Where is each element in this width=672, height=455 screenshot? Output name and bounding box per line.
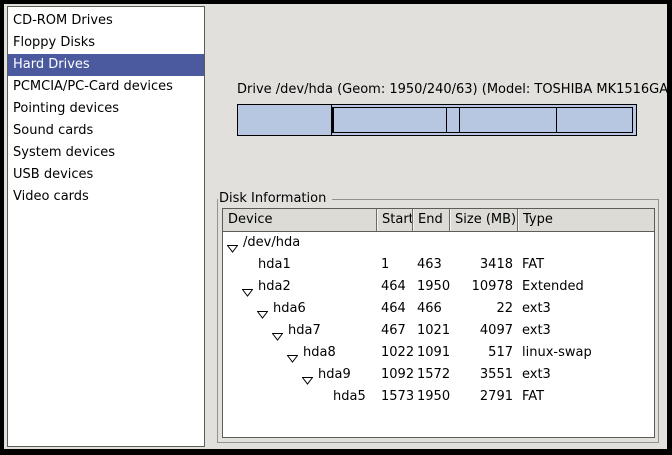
partition-segment-hda7 [333, 107, 446, 133]
expander-open-icon[interactable] [287, 349, 298, 358]
partition-bar [237, 104, 637, 136]
start-cell: 1 [376, 254, 412, 276]
type-cell: FAT [517, 254, 654, 276]
table-row-dev-hda[interactable]: /dev/hda [223, 232, 654, 254]
disk-information-label: Disk Information [218, 191, 332, 207]
type-cell: FAT [517, 386, 654, 408]
table-header-end[interactable]: End [412, 209, 449, 231]
expander-open-icon[interactable] [302, 371, 313, 380]
size-cell: 22 [449, 298, 517, 320]
sidebar-item-floppy-disks[interactable]: Floppy Disks [8, 32, 204, 54]
partition-extended-hda2 [332, 105, 636, 135]
type-cell: ext3 [517, 298, 654, 320]
size-cell: 2791 [449, 386, 517, 408]
start-cell: 467 [376, 320, 412, 342]
sidebar-item-pointing-devices[interactable]: Pointing devices [8, 98, 204, 120]
end-cell: 1572 [412, 364, 449, 386]
device-name: hda8 [303, 342, 336, 364]
start-cell: 1092 [376, 364, 412, 386]
device-cell: hda5 [223, 386, 376, 408]
disk-information-group: Disk Information DeviceStartEndSize (MB)… [217, 199, 659, 443]
device-cell: hda7 [223, 320, 376, 342]
window-content: CD-ROM DrivesFloppy DisksHard DrivesPCMC… [4, 4, 667, 449]
partition-segment-hda9 [459, 107, 557, 133]
device-cell: hda8 [223, 342, 376, 364]
device-name: hda1 [258, 254, 291, 276]
type-cell: Extended [517, 276, 654, 298]
partition-bar-segments [238, 105, 636, 135]
sidebar-item-video-cards[interactable]: Video cards [8, 186, 204, 208]
end-cell: 1950 [412, 386, 449, 408]
drive-title: Drive /dev/hda (Geom: 1950/240/63) (Mode… [237, 82, 637, 97]
device-cell: hda2 [223, 276, 376, 298]
size-cell: 4097 [449, 320, 517, 342]
size-cell: 3551 [449, 364, 517, 386]
logical-partitions [332, 107, 636, 133]
partition-segment-hda5 [556, 107, 633, 133]
hardware-browser-window: CD-ROM DrivesFloppy DisksHard DrivesPCMC… [0, 0, 672, 455]
sidebar-item-usb-devices[interactable]: USB devices [8, 164, 204, 186]
device-cell: hda1 [223, 254, 376, 276]
size-cell: 10978 [449, 276, 517, 298]
sidebar-item-pcmcia-pc-card-devices[interactable]: PCMCIA/PC-Card devices [8, 76, 204, 98]
type-cell: linux-swap [517, 342, 654, 364]
start-cell: 1022 [376, 342, 412, 364]
partition-segment-hda1 [238, 105, 332, 135]
device-name: /dev/hda [243, 232, 300, 254]
table-row-hda6[interactable]: hda6 46446622ext3 [223, 298, 654, 320]
end-cell: 1091 [412, 342, 449, 364]
table-header-size-mb[interactable]: Size (MB) [449, 209, 517, 231]
sidebar-item-hard-drives[interactable]: Hard Drives [8, 54, 204, 76]
device-cell: /dev/hda [223, 232, 376, 254]
start-cell: 1573 [376, 386, 412, 408]
table-header-device[interactable]: Device [223, 209, 376, 231]
table-row-hda9[interactable]: hda9 109215723551ext3 [223, 364, 654, 386]
expander-open-icon[interactable] [272, 327, 283, 336]
table-row-hda8[interactable]: hda8 10221091517linux-swap [223, 342, 654, 364]
device-name: hda9 [318, 364, 351, 386]
table-row-hda5[interactable]: hda5 157319502791FAT [223, 386, 654, 408]
table-body: /dev/hdahda114633418FAThda2464195010978E… [223, 232, 654, 408]
table-row-hda1[interactable]: hda1 14633418FAT [223, 254, 654, 276]
device-cell: hda6 [223, 298, 376, 320]
expander-open-icon[interactable] [257, 305, 268, 314]
disk-information-table: DeviceStartEndSize (MB)Type /dev/hdahda1… [222, 208, 655, 438]
end-cell: 1021 [412, 320, 449, 342]
end-cell: 466 [412, 298, 449, 320]
device-cell: hda9 [223, 364, 376, 386]
device-name: hda5 [333, 386, 366, 408]
table-row-hda2[interactable]: hda2 464195010978Extended [223, 276, 654, 298]
sidebar-item-cd-rom-drives[interactable]: CD-ROM Drives [8, 10, 204, 32]
expander-open-icon[interactable] [227, 239, 238, 248]
partition-segment-hda8 [446, 107, 460, 133]
table-header-row: DeviceStartEndSize (MB)Type [223, 209, 654, 232]
device-name: hda2 [258, 276, 291, 298]
end-cell: 1950 [412, 276, 449, 298]
type-cell: ext3 [517, 320, 654, 342]
sidebar-item-system-devices[interactable]: System devices [8, 142, 204, 164]
expander-open-icon[interactable] [242, 283, 253, 292]
device-name: hda6 [273, 298, 306, 320]
size-cell: 517 [449, 342, 517, 364]
start-cell: 464 [376, 298, 412, 320]
table-header-start[interactable]: Start [376, 209, 412, 231]
end-cell: 463 [412, 254, 449, 276]
size-cell: 3418 [449, 254, 517, 276]
table-row-hda7[interactable]: hda7 46710214097ext3 [223, 320, 654, 342]
type-cell: ext3 [517, 364, 654, 386]
start-cell: 464 [376, 276, 412, 298]
sidebar-item-sound-cards[interactable]: Sound cards [8, 120, 204, 142]
device-category-list[interactable]: CD-ROM DrivesFloppy DisksHard DrivesPCMC… [7, 6, 205, 447]
device-name: hda7 [288, 320, 321, 342]
table-header-type[interactable]: Type [517, 209, 654, 231]
